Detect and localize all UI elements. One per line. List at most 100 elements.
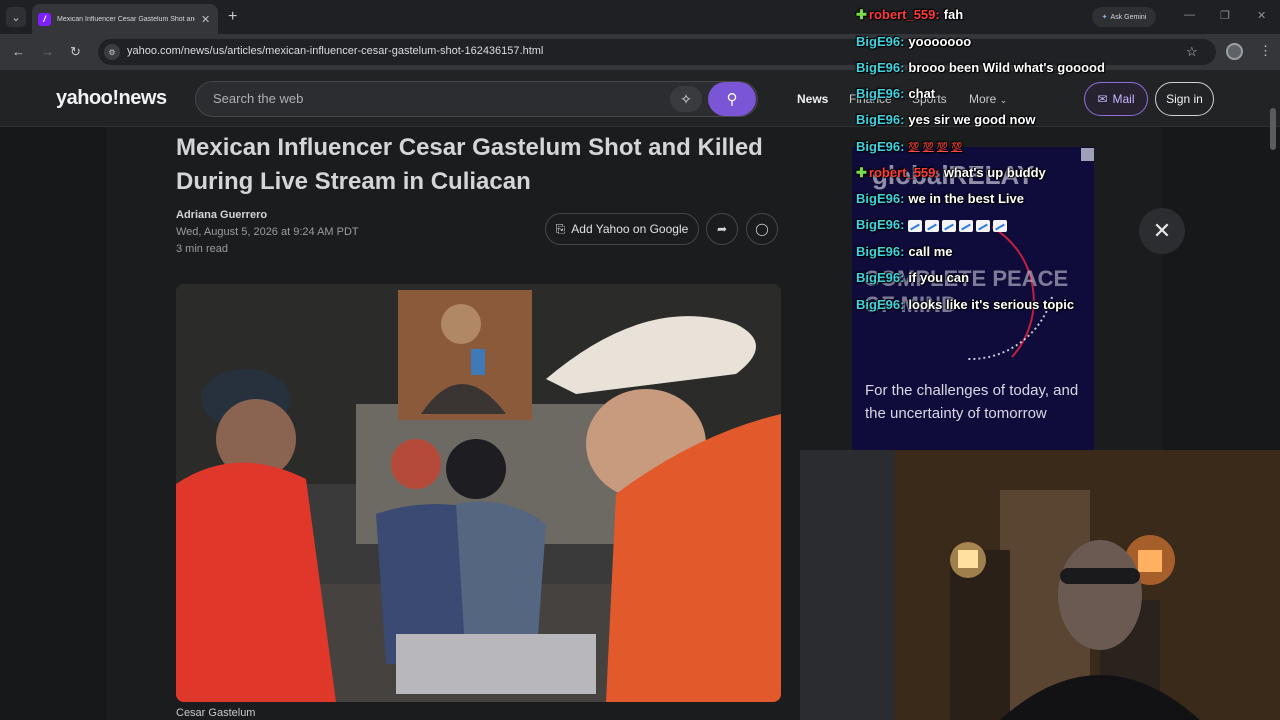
chat-message: ✚ robert_559: fah	[856, 7, 963, 23]
photo-illustration	[176, 284, 781, 702]
hundred-emote-icon: 💯	[922, 142, 934, 153]
chart-increasing-emote-icon	[976, 219, 991, 232]
nav-news[interactable]: News	[797, 92, 828, 106]
chat-username: BigE96:	[856, 60, 905, 75]
hundred-emote-icon: 💯	[936, 142, 949, 153]
comment-icon: ◯	[755, 222, 769, 236]
chat-message: BigE96: if you can	[856, 270, 969, 285]
chat-message: BigE96: we in the best Live	[856, 191, 1024, 206]
chat-message: BigE96: yes sir we good now	[856, 112, 1036, 127]
search-placeholder: Search the web	[213, 91, 304, 106]
add-google-label: Add Yahoo on Google	[571, 222, 689, 236]
tab-title: Mexican Influencer Cesar Gastelum Shot a…	[57, 15, 195, 23]
search-button[interactable]: ⚲	[708, 82, 756, 116]
yahoo-news-logo[interactable]: yahoo!news	[56, 87, 167, 110]
article-headline: Mexican Influencer Cesar Gastelum Shot a…	[176, 134, 763, 195]
article-photo	[176, 284, 781, 702]
plus-badge-icon: ✚	[856, 7, 867, 22]
article-date: Wed, August 5, 2026 at 9:24 AM PDT	[176, 226, 359, 238]
menu-kebab-icon[interactable]: ⋮	[1259, 43, 1272, 59]
webcam-overlay	[800, 450, 1280, 720]
back-icon[interactable]: ←	[12, 44, 25, 59]
chat-message: BigE96: brooo been Wild what's gooood	[856, 60, 1105, 75]
page-scrollbar[interactable]	[1270, 108, 1276, 150]
ask-gemini-button[interactable]: ✦ Ask Gemini	[1092, 7, 1156, 27]
forward-icon[interactable]: →	[41, 44, 54, 59]
chat-text: if you can	[908, 270, 970, 285]
chat-text: chat	[908, 86, 936, 101]
url-text[interactable]: yahoo.com/news/us/articles/mexican-influ…	[127, 45, 543, 57]
chat-message: BigE96: call me	[856, 244, 953, 259]
search-icon: ⚲	[726, 91, 738, 108]
chat-message: BigE96: looks like it's serious topic	[856, 297, 1074, 312]
webcam-scene	[800, 450, 1280, 720]
chat-text: brooo been Wild what's gooood	[908, 60, 1105, 75]
share-button[interactable]: ➦	[706, 213, 738, 245]
ad-body-text: For the challenges of today, and the unc…	[865, 382, 1079, 422]
chart-increasing-emote-icon	[925, 219, 940, 232]
close-window-icon[interactable]: ✕	[1257, 9, 1266, 22]
sign-in-button[interactable]: Sign in	[1155, 82, 1214, 116]
chat-text: call me	[908, 244, 953, 259]
add-yahoo-on-google-button[interactable]: ⎘ Add Yahoo on Google	[545, 213, 699, 245]
chat-username: BigE96:	[856, 217, 905, 232]
yahoo-favicon-icon: /	[38, 12, 51, 26]
bookmark-star-icon[interactable]: ☆	[1186, 44, 1198, 60]
browser-tab[interactable]: / Mexican Influencer Cesar Gastelum Shot…	[32, 4, 218, 34]
new-tab-button[interactable]: +	[228, 8, 237, 26]
ai-sparkle-button[interactable]: ✧	[670, 86, 702, 112]
chat-message: ✚ robert_559: what's up buddy	[856, 165, 1046, 181]
gemini-icon: ✦	[1101, 14, 1108, 21]
chat-username: BigE96:	[856, 34, 905, 49]
chat-text: yes sir we good now	[908, 112, 1036, 127]
plus-badge-icon: ✚	[856, 165, 867, 180]
chart-increasing-emote-icon	[908, 219, 923, 232]
ad-choices-icon[interactable]	[1081, 148, 1094, 161]
chat-text: fah	[943, 7, 964, 22]
chart-increasing-emote-icon	[942, 219, 957, 232]
chart-increasing-emote-icon	[993, 219, 1008, 232]
hundred-emote-row: 💯 💯 💯 💯	[908, 142, 962, 153]
read-time: 3 min read	[176, 243, 228, 255]
comments-button[interactable]: ◯	[746, 213, 778, 245]
chat-text: what's up buddy	[943, 165, 1046, 180]
screen: { "browser": { "tab_title": "Mexican Inf…	[0, 0, 1280, 720]
chat-message: BigE96:	[856, 217, 1008, 232]
ask-gemini-label: Ask Gemini	[1110, 13, 1147, 21]
chat-message: BigE96: 💯 💯 💯 💯	[856, 139, 962, 154]
minimize-icon[interactable]: —	[1184, 9, 1195, 21]
close-icon[interactable]: ✕	[1139, 208, 1185, 254]
chat-message: BigE96: yooooooo	[856, 34, 971, 49]
mail-label: Mail	[1112, 92, 1135, 106]
chat-username: BigE96:	[856, 244, 905, 259]
chart-increasing-emote-icon	[959, 219, 974, 232]
mail-icon: ✉	[1097, 92, 1108, 106]
nav-more[interactable]: More ⌄	[969, 92, 1007, 106]
chat-text: we in the best Live	[908, 191, 1024, 206]
chat-username: BigE96:	[856, 86, 905, 101]
chat-username: BigE96:	[856, 270, 905, 285]
chat-username: BigE96:	[856, 297, 905, 312]
photo-caption: Cesar Gastelum	[176, 707, 256, 719]
chat-username: robert_559:	[868, 165, 940, 180]
hundred-emote-icon: 💯	[908, 142, 920, 153]
profile-avatar[interactable]	[1226, 43, 1243, 60]
chat-text: yooooooo	[908, 34, 972, 49]
chat-message: BigE96: chat	[856, 86, 935, 101]
chevron-down-icon: ⌄	[999, 95, 1008, 105]
share-icon: ➦	[716, 222, 728, 236]
chart-emote-row	[908, 219, 1008, 232]
google-doc-icon: ⎘	[555, 221, 566, 236]
hundred-emote-icon: 💯	[951, 142, 963, 153]
site-info-icon[interactable]: ⚙	[104, 44, 120, 60]
chat-username: BigE96:	[856, 139, 905, 154]
mail-button[interactable]: ✉ Mail	[1084, 82, 1148, 116]
maximize-icon[interactable]: ❐	[1220, 9, 1230, 22]
tab-search-button[interactable]: ⌄	[6, 7, 26, 27]
article-author[interactable]: Adriana Guerrero	[176, 209, 267, 221]
close-tab-icon[interactable]: ✕	[201, 13, 210, 26]
chat-text: looks like it's serious topic	[908, 297, 1075, 312]
chat-username: robert_559:	[868, 7, 940, 22]
reload-icon[interactable]: ↻	[70, 44, 81, 60]
chat-username: BigE96:	[856, 191, 905, 206]
